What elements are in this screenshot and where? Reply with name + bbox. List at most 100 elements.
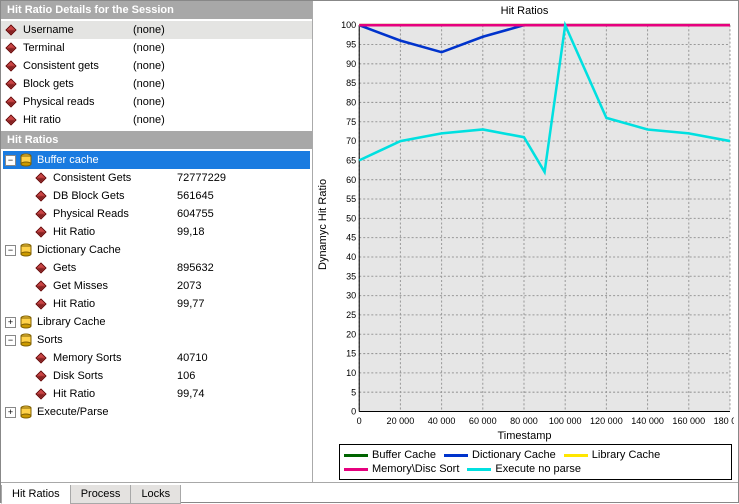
tree-library-cache[interactable]: + Library Cache — [3, 313, 310, 331]
tab-locks[interactable]: Locks — [130, 485, 181, 504]
tree-label: Library Cache — [37, 316, 137, 328]
detail-value: (none) — [133, 60, 165, 72]
svg-text:35: 35 — [346, 271, 356, 281]
tree-value: 99,18 — [177, 226, 205, 238]
tree-sorts-disk[interactable]: Disk Sorts 106 — [3, 367, 310, 385]
legend-line-icon — [564, 454, 588, 457]
tab-process[interactable]: Process — [70, 485, 132, 504]
tree-bc-physical-reads[interactable]: Physical Reads604755 — [3, 205, 310, 223]
tree-bc-consistent-gets[interactable]: Consistent Gets72777229 — [3, 169, 310, 187]
tree-bc-db-block-gets[interactable]: DB Block Gets 561645 — [3, 187, 310, 205]
svg-text:40: 40 — [346, 252, 356, 262]
legend-library-cache: Library Cache — [564, 449, 660, 461]
svg-text:95: 95 — [346, 39, 356, 49]
svg-text:100: 100 — [341, 20, 356, 30]
barrel-icon — [19, 153, 33, 167]
detail-block-gets: Block gets (none) — [1, 75, 312, 93]
tree-dictionary-cache[interactable]: − Dictionary Cache — [3, 241, 310, 259]
tree-value: 561645 — [177, 190, 214, 202]
tree-label: Hit Ratio — [53, 298, 173, 310]
legend-label: Library Cache — [592, 449, 660, 461]
svg-text:55: 55 — [346, 194, 356, 204]
ratios-header: Hit Ratios — [1, 131, 312, 149]
svg-text:140 000: 140 000 — [631, 416, 664, 426]
details-header: Hit Ratio Details for the Session — [1, 1, 312, 19]
tree-value: 40710 — [177, 352, 208, 364]
svg-text:10: 10 — [346, 368, 356, 378]
tree-label: Buffer cache — [37, 154, 137, 166]
svg-text:70: 70 — [346, 136, 356, 146]
detail-username: Username (none) — [1, 21, 312, 39]
tree-dc-hit-ratio[interactable]: Hit Ratio99,77 — [3, 295, 310, 313]
detail-consistent-gets: Consistent gets (none) — [1, 57, 312, 75]
tree-bc-hit-ratio[interactable]: Hit Ratio 99,18 — [3, 223, 310, 241]
detail-terminal: Terminal (none) — [1, 39, 312, 57]
svg-text:15: 15 — [346, 349, 356, 359]
tree-value: 106 — [177, 370, 195, 382]
diamond-icon — [35, 262, 46, 273]
diamond-icon — [5, 60, 16, 71]
tree-execute-parse[interactable]: + Execute/Parse — [3, 403, 310, 421]
bottom-tabs: Hit Ratios Process Locks — [1, 482, 738, 504]
collapse-icon[interactable]: − — [5, 335, 16, 346]
svg-text:5: 5 — [351, 387, 356, 397]
diamond-icon — [35, 298, 46, 309]
chart-legend: Buffer Cache Dictionary Cache Library Ca… — [339, 444, 732, 480]
collapse-icon[interactable]: − — [5, 245, 16, 256]
chart-plot[interactable]: 0510152025303540455055606570758085909510… — [331, 19, 734, 430]
diamond-icon — [5, 78, 16, 89]
tree-label: Sorts — [37, 334, 137, 346]
barrel-icon — [19, 243, 33, 257]
tree-label: Dictionary Cache — [37, 244, 137, 256]
svg-text:25: 25 — [346, 310, 356, 320]
svg-text:160 000: 160 000 — [672, 416, 705, 426]
legend-line-icon — [467, 468, 491, 471]
diamond-icon — [35, 388, 46, 399]
svg-text:0: 0 — [357, 416, 362, 426]
legend-line-icon — [344, 454, 368, 457]
diamond-icon — [35, 172, 46, 183]
tree-buffer-cache[interactable]: − Buffer cache — [3, 151, 310, 169]
tree-label: Execute/Parse — [37, 406, 137, 418]
tree-sorts-hit-ratio[interactable]: Hit Ratio99,74 — [3, 385, 310, 403]
detail-hit-ratio: Hit ratio (none) — [1, 111, 312, 129]
legend-execute-no-parse: Execute no parse — [467, 463, 581, 475]
legend-line-icon — [444, 454, 468, 457]
svg-text:0: 0 — [351, 407, 356, 417]
diamond-icon — [35, 280, 46, 291]
tree-sorts-memory[interactable]: Memory Sorts40710 — [3, 349, 310, 367]
diamond-icon — [35, 226, 46, 237]
tree-label: Hit Ratio — [53, 226, 173, 238]
barrel-icon — [19, 315, 33, 329]
chart-panel: Hit Ratios Dynamyc Hit Ratio 05101520253… — [313, 1, 738, 482]
expand-icon[interactable]: + — [5, 407, 16, 418]
tab-hit-ratios[interactable]: Hit Ratios — [1, 485, 71, 504]
tree-label: Physical Reads — [53, 208, 173, 220]
tree-sorts[interactable]: − Sorts — [3, 331, 310, 349]
tree-label: Get Misses — [53, 280, 173, 292]
hit-ratios-tree[interactable]: − Buffer cache Consistent Gets72777229 D… — [1, 149, 312, 482]
svg-text:75: 75 — [346, 117, 356, 127]
tree-label: Disk Sorts — [53, 370, 173, 382]
tree-value: 2073 — [177, 280, 201, 292]
detail-value: (none) — [133, 114, 165, 126]
barrel-icon — [19, 333, 33, 347]
session-details: Username (none) Terminal (none) Consiste… — [1, 19, 312, 131]
svg-text:85: 85 — [346, 78, 356, 88]
expand-icon[interactable]: + — [5, 317, 16, 328]
svg-text:30: 30 — [346, 291, 356, 301]
collapse-icon[interactable]: − — [5, 155, 16, 166]
detail-value: (none) — [133, 42, 165, 54]
diamond-icon — [5, 96, 16, 107]
detail-physical-reads: Physical reads (none) — [1, 93, 312, 111]
svg-text:45: 45 — [346, 233, 356, 243]
diamond-icon — [5, 114, 16, 125]
legend-label: Execute no parse — [495, 463, 581, 475]
svg-text:80: 80 — [346, 97, 356, 107]
svg-text:50: 50 — [346, 213, 356, 223]
tree-label: DB Block Gets — [53, 190, 173, 202]
legend-memory-disc-sort: Memory\Disc Sort — [344, 463, 459, 475]
tree-dc-gets[interactable]: Gets895632 — [3, 259, 310, 277]
tree-dc-get-misses[interactable]: Get Misses 2073 — [3, 277, 310, 295]
svg-text:20: 20 — [346, 329, 356, 339]
